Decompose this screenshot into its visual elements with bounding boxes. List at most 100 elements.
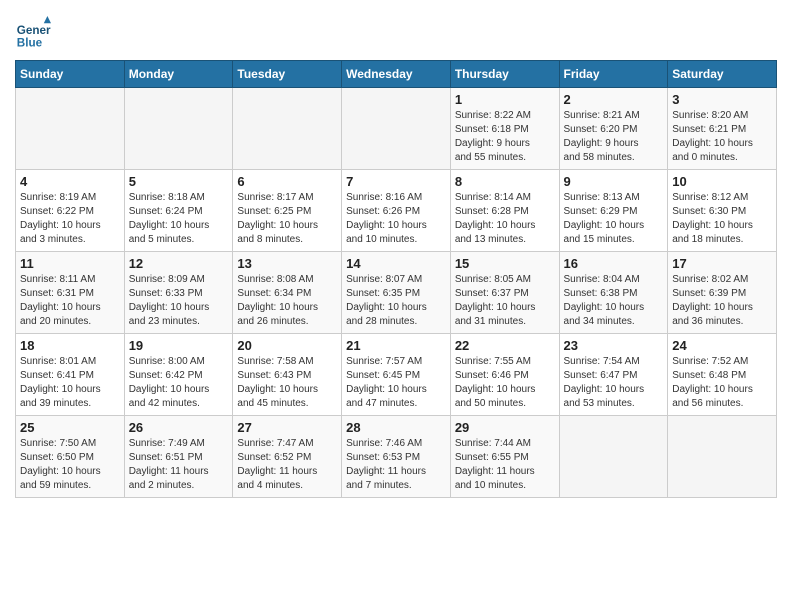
calendar-cell: 4 Sunrise: 8:19 AM Sunset: 6:22 PM Daylig… bbox=[16, 170, 125, 252]
calendar-cell: 8 Sunrise: 8:14 AM Sunset: 6:28 PM Daylig… bbox=[450, 170, 559, 252]
calendar-cell: 27Sunrise: 7:47 AM Sunset: 6:52 PM Dayli… bbox=[233, 416, 342, 498]
day-number: 1 bbox=[455, 92, 555, 107]
day-info: Sunrise: 8:22 AM Sunset: 6:18 PM Dayligh… bbox=[455, 109, 555, 165]
day-number: 26 bbox=[129, 420, 229, 435]
calendar-cell bbox=[559, 416, 668, 498]
day-info: Sunrise: 8:20 AM Sunset: 6:21 PM Dayligh… bbox=[672, 109, 772, 165]
calendar-cell: 15 Sunrise: 8:05 AM Sunset: 6:37 PM Dayli… bbox=[450, 252, 559, 334]
calendar-cell: 7 Sunrise: 8:16 AM Sunset: 6:26 PM Daylig… bbox=[342, 170, 451, 252]
calendar-cell: 17 Sunrise: 8:02 AM Sunset: 6:39 PM Dayli… bbox=[668, 252, 777, 334]
calendar-cell: 18 Sunrise: 8:01 AM Sunset: 6:41 PM Dayli… bbox=[16, 334, 125, 416]
day-info: Sunrise: 8:11 AM Sunset: 6:31 PM Dayligh… bbox=[20, 273, 120, 329]
calendar-cell: 11 Sunrise: 8:11 AM Sunset: 6:31 PM Dayli… bbox=[16, 252, 125, 334]
day-info: Sunrise: 7:55 AM Sunset: 6:46 PM Dayligh… bbox=[455, 355, 555, 411]
day-number: 22 bbox=[455, 338, 555, 353]
col-header-tuesday: Tuesday bbox=[233, 61, 342, 88]
svg-text:Blue: Blue bbox=[17, 37, 43, 50]
calendar-cell: 12 Sunrise: 8:09 AM Sunset: 6:33 PM Dayli… bbox=[124, 252, 233, 334]
day-number: 8 bbox=[455, 174, 555, 189]
day-number: 4 bbox=[20, 174, 120, 189]
day-number: 11 bbox=[20, 256, 120, 271]
day-info: Sunrise: 7:54 AM Sunset: 6:47 PM Dayligh… bbox=[564, 355, 664, 411]
col-header-friday: Friday bbox=[559, 61, 668, 88]
day-info: Sunrise: 7:44 AM Sunset: 6:55 PM Dayligh… bbox=[455, 437, 555, 493]
day-info: Sunrise: 8:00 AM Sunset: 6:42 PM Dayligh… bbox=[129, 355, 229, 411]
col-header-sunday: Sunday bbox=[16, 61, 125, 88]
day-info: Sunrise: 8:14 AM Sunset: 6:28 PM Dayligh… bbox=[455, 191, 555, 247]
calendar-cell: 6 Sunrise: 8:17 AM Sunset: 6:25 PM Daylig… bbox=[233, 170, 342, 252]
logo: General Blue bbox=[15, 10, 51, 52]
calendar-cell: 20Sunrise: 7:58 AM Sunset: 6:43 PM Dayli… bbox=[233, 334, 342, 416]
day-number: 6 bbox=[237, 174, 337, 189]
day-number: 29 bbox=[455, 420, 555, 435]
day-info: Sunrise: 7:57 AM Sunset: 6:45 PM Dayligh… bbox=[346, 355, 446, 411]
calendar-cell: 13 Sunrise: 8:08 AM Sunset: 6:34 PM Dayli… bbox=[233, 252, 342, 334]
calendar-cell: 26 Sunrise: 7:49 AM Sunset: 6:51 PM Dayli… bbox=[124, 416, 233, 498]
calendar-cell: 16 Sunrise: 8:04 AM Sunset: 6:38 PM Dayli… bbox=[559, 252, 668, 334]
calendar-cell: 5 Sunrise: 8:18 AM Sunset: 6:24 PM Daylig… bbox=[124, 170, 233, 252]
day-info: Sunrise: 8:09 AM Sunset: 6:33 PM Dayligh… bbox=[129, 273, 229, 329]
day-number: 24 bbox=[672, 338, 772, 353]
day-number: 12 bbox=[129, 256, 229, 271]
calendar-cell bbox=[233, 88, 342, 170]
calendar-cell: 29 Sunrise: 7:44 AM Sunset: 6:55 PM Dayli… bbox=[450, 416, 559, 498]
day-info: Sunrise: 8:02 AM Sunset: 6:39 PM Dayligh… bbox=[672, 273, 772, 329]
day-info: Sunrise: 7:52 AM Sunset: 6:48 PM Dayligh… bbox=[672, 355, 772, 411]
logo-icon: General Blue bbox=[15, 16, 51, 52]
calendar-cell: 14 Sunrise: 8:07 AM Sunset: 6:35 PM Dayli… bbox=[342, 252, 451, 334]
calendar-cell bbox=[124, 88, 233, 170]
day-number: 3 bbox=[672, 92, 772, 107]
calendar-cell: 28 Sunrise: 7:46 AM Sunset: 6:53 PM Dayli… bbox=[342, 416, 451, 498]
day-info: Sunrise: 8:08 AM Sunset: 6:34 PM Dayligh… bbox=[237, 273, 337, 329]
calendar-cell: 24 Sunrise: 7:52 AM Sunset: 6:48 PM Dayli… bbox=[668, 334, 777, 416]
day-number: 23 bbox=[564, 338, 664, 353]
calendar-cell: 3 Sunrise: 8:20 AM Sunset: 6:21 PM Daylig… bbox=[668, 88, 777, 170]
day-number: 2 bbox=[564, 92, 664, 107]
day-number: 9 bbox=[564, 174, 664, 189]
day-info: Sunrise: 8:07 AM Sunset: 6:35 PM Dayligh… bbox=[346, 273, 446, 329]
calendar-cell: 23 Sunrise: 7:54 AM Sunset: 6:47 PM Dayli… bbox=[559, 334, 668, 416]
day-info: Sunrise: 8:18 AM Sunset: 6:24 PM Dayligh… bbox=[129, 191, 229, 247]
day-number: 25 bbox=[20, 420, 120, 435]
calendar-cell: 2 Sunrise: 8:21 AM Sunset: 6:20 PM Daylig… bbox=[559, 88, 668, 170]
calendar-cell bbox=[668, 416, 777, 498]
day-info: Sunrise: 8:17 AM Sunset: 6:25 PM Dayligh… bbox=[237, 191, 337, 247]
calendar-cell: 9 Sunrise: 8:13 AM Sunset: 6:29 PM Daylig… bbox=[559, 170, 668, 252]
calendar-cell bbox=[16, 88, 125, 170]
calendar-cell: 19 Sunrise: 8:00 AM Sunset: 6:42 PM Dayli… bbox=[124, 334, 233, 416]
day-info: Sunrise: 8:04 AM Sunset: 6:38 PM Dayligh… bbox=[564, 273, 664, 329]
col-header-wednesday: Wednesday bbox=[342, 61, 451, 88]
col-header-saturday: Saturday bbox=[668, 61, 777, 88]
day-info: Sunrise: 7:50 AM Sunset: 6:50 PM Dayligh… bbox=[20, 437, 120, 493]
day-number: 7 bbox=[346, 174, 446, 189]
day-number: 17 bbox=[672, 256, 772, 271]
col-header-monday: Monday bbox=[124, 61, 233, 88]
day-number: 10 bbox=[672, 174, 772, 189]
calendar-cell: 21 Sunrise: 7:57 AM Sunset: 6:45 PM Dayli… bbox=[342, 334, 451, 416]
day-info: Sunrise: 7:46 AM Sunset: 6:53 PM Dayligh… bbox=[346, 437, 446, 493]
day-number: 19 bbox=[129, 338, 229, 353]
calendar-cell bbox=[342, 88, 451, 170]
day-number: 13 bbox=[237, 256, 337, 271]
day-info: Sunrise: 8:01 AM Sunset: 6:41 PM Dayligh… bbox=[20, 355, 120, 411]
day-info: Sunrise: 7:49 AM Sunset: 6:51 PM Dayligh… bbox=[129, 437, 229, 493]
day-info: Sunrise: 8:13 AM Sunset: 6:29 PM Dayligh… bbox=[564, 191, 664, 247]
day-info: Sunrise: 8:16 AM Sunset: 6:26 PM Dayligh… bbox=[346, 191, 446, 247]
day-number: 5 bbox=[129, 174, 229, 189]
svg-text:General: General bbox=[17, 24, 51, 37]
day-number: 28 bbox=[346, 420, 446, 435]
calendar-table: SundayMondayTuesdayWednesdayThursdayFrid… bbox=[15, 60, 777, 498]
col-header-thursday: Thursday bbox=[450, 61, 559, 88]
calendar-cell: 1 Sunrise: 8:22 AM Sunset: 6:18 PM Daylig… bbox=[450, 88, 559, 170]
calendar-cell: 25 Sunrise: 7:50 AM Sunset: 6:50 PM Dayli… bbox=[16, 416, 125, 498]
day-number: 14 bbox=[346, 256, 446, 271]
day-info: Sunrise: 8:12 AM Sunset: 6:30 PM Dayligh… bbox=[672, 191, 772, 247]
day-number: 21 bbox=[346, 338, 446, 353]
day-number: 15 bbox=[455, 256, 555, 271]
day-info: Sunrise: 8:21 AM Sunset: 6:20 PM Dayligh… bbox=[564, 109, 664, 165]
day-info: Sunrise: 8:19 AM Sunset: 6:22 PM Dayligh… bbox=[20, 191, 120, 247]
day-number: 27 bbox=[237, 420, 337, 435]
day-number: 16 bbox=[564, 256, 664, 271]
day-info: Sunrise: 8:05 AM Sunset: 6:37 PM Dayligh… bbox=[455, 273, 555, 329]
day-number: 18 bbox=[20, 338, 120, 353]
